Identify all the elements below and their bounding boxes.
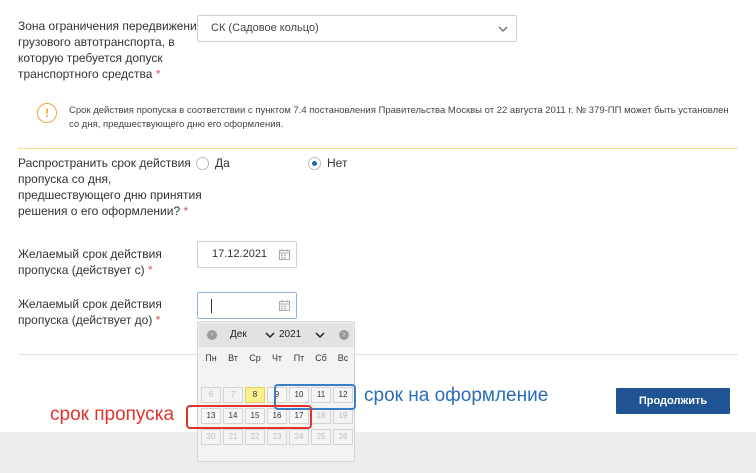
warning-icon: !	[37, 103, 57, 123]
calendar-day[interactable]: 20	[201, 429, 221, 445]
month-select[interactable]: Дек	[230, 327, 275, 343]
text-caret	[211, 299, 212, 313]
date-from-label-line: пропуска (действует с) *	[18, 262, 162, 278]
note-text-line: Срок действия пропуска в соответствии с …	[69, 105, 729, 116]
extend-label-line: предшествующего дню принятия	[18, 188, 202, 202]
calendar-day[interactable]: 8	[245, 387, 265, 403]
calendar-day[interactable]: 18	[311, 408, 331, 424]
calendar-icon[interactable]	[279, 249, 290, 260]
zone-label: Зона ограничения передвижения грузового …	[18, 18, 203, 82]
zone-select[interactable]: СК (Садовое кольцо)	[197, 15, 517, 42]
calendar-day[interactable]: 26	[333, 429, 353, 445]
date-to-label-line: пропуска (действует до) *	[18, 312, 162, 328]
calendar-day[interactable]: 7	[223, 387, 243, 403]
date-to-label-line: Желаемый срок действия	[18, 297, 162, 311]
zone-select-value: СК (Садовое кольцо)	[211, 22, 319, 34]
calendar-day[interactable]: 6	[201, 387, 221, 403]
note-text-line: со дня, предшествующего дню его оформлен…	[69, 119, 284, 130]
continue-button[interactable]: Продолжить	[616, 388, 730, 414]
calendar-day[interactable]: 24	[289, 429, 309, 445]
zone-label-line: транспортного средства *	[18, 66, 203, 82]
prev-month-icon[interactable]: ‹	[207, 330, 217, 340]
required-mark: *	[155, 313, 161, 327]
chevron-down-icon	[498, 26, 508, 33]
divider	[18, 148, 738, 149]
calendar-day[interactable]: 19	[333, 408, 353, 424]
month-select-value: Дек	[230, 329, 247, 340]
date-from-label-text: пропуска (действует с)	[18, 263, 145, 277]
warning-icon-glyph: !	[45, 106, 49, 120]
date-from-value: 17.12.2021	[212, 248, 268, 260]
divider	[18, 354, 738, 355]
weekday-header: Вт	[228, 353, 238, 363]
annotation-pass-period: срок пропуска	[50, 404, 175, 425]
required-mark: *	[183, 204, 189, 218]
extend-label-line: решения о его оформлении? *	[18, 203, 202, 219]
date-from-input[interactable]: 17.12.2021	[197, 241, 297, 268]
chevron-down-icon	[265, 332, 275, 339]
datepicker-header: ‹ Дек 2021 ›	[199, 323, 353, 347]
annotation-processing-period: срок на оформление	[364, 385, 549, 406]
zone-label-text: транспортного средства	[18, 67, 153, 81]
radio-no[interactable]	[308, 157, 321, 170]
date-from-label-line: Желаемый срок действия	[18, 247, 162, 261]
year-select[interactable]: 2021	[279, 327, 325, 343]
radio-yes[interactable]	[196, 157, 209, 170]
date-to-label-text: пропуска (действует до)	[18, 313, 153, 327]
calendar-day[interactable]: 23	[267, 429, 287, 445]
radio-yes-label[interactable]: Да	[215, 156, 230, 170]
calendar-icon[interactable]	[279, 300, 290, 311]
extend-label-text: решения о его оформлении?	[18, 204, 181, 218]
weekday-header: Пн	[205, 353, 217, 363]
calendar-day[interactable]: 25	[311, 429, 331, 445]
note-text: Срок действия пропуска в соответствии с …	[69, 104, 729, 132]
weekday-header: Сб	[315, 353, 327, 363]
next-month-icon[interactable]: ›	[339, 330, 349, 340]
extend-label: Распространить срок действия пропуска со…	[18, 155, 202, 219]
weekday-header: Вс	[337, 353, 349, 363]
required-mark: *	[148, 263, 153, 277]
radio-no-label[interactable]: Нет	[327, 156, 347, 170]
required-mark: *	[155, 67, 161, 81]
date-from-label: Желаемый срок действия пропуска (действу…	[18, 246, 162, 278]
zone-label-line: Зона ограничения передвижения	[18, 19, 204, 33]
extend-label-line: Распространить срок действия	[18, 156, 191, 170]
weekday-header: Чт	[271, 353, 283, 363]
weekday-header: Пт	[293, 353, 305, 363]
date-to-input[interactable]	[197, 292, 297, 319]
chevron-down-icon	[315, 332, 325, 339]
highlight-box-red	[186, 405, 312, 429]
calendar-day[interactable]: 21	[223, 429, 243, 445]
date-to-label: Желаемый срок действия пропуска (действу…	[18, 296, 162, 328]
calendar-day[interactable]: 22	[245, 429, 265, 445]
weekday-header: Ср	[249, 353, 261, 363]
zone-label-line: грузового автотранспорта, в	[18, 35, 175, 49]
extend-label-line: пропуска со дня,	[18, 172, 112, 186]
zone-label-line: которую требуется допуск	[18, 51, 163, 65]
page-footer	[0, 432, 756, 473]
year-select-value: 2021	[279, 329, 302, 340]
